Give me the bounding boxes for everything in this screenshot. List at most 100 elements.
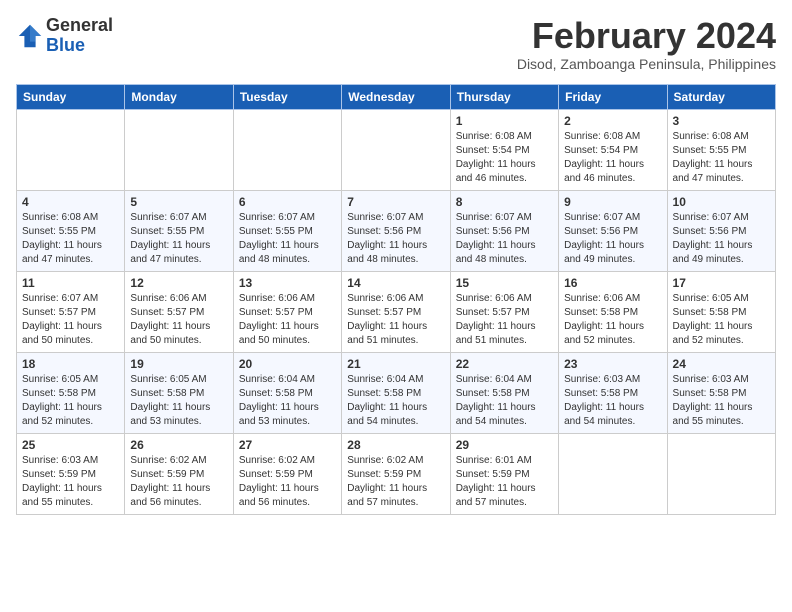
day-number: 22 xyxy=(456,357,553,371)
calendar-cell: 14Sunrise: 6:06 AMSunset: 5:57 PMDayligh… xyxy=(342,271,450,352)
day-info: Sunrise: 6:05 AMSunset: 5:58 PMDaylight:… xyxy=(130,373,227,429)
calendar-cell: 3Sunrise: 6:08 AMSunset: 5:55 PMDaylight… xyxy=(667,109,775,190)
day-number: 20 xyxy=(239,357,336,371)
day-number: 18 xyxy=(22,357,119,371)
week-row-3: 11 Sunrise: 6:07 AMSunset: 5:57 PMDayligh… xyxy=(17,271,776,352)
calendar-cell: 10Sunrise: 6:07 AMSunset: 5:56 PMDayligh… xyxy=(667,190,775,271)
calendar-cell: 28 Sunrise: 6:02 AMSunset: 5:59 PMDayligh… xyxy=(342,433,450,514)
day-info: Sunrise: 6:04 AMSunset: 5:58 PMDaylight:… xyxy=(239,373,336,429)
calendar-cell: 25 Sunrise: 6:03 AMSunset: 5:59 PMDayligh… xyxy=(17,433,125,514)
week-row-2: 4 Sunrise: 6:08 AMSunset: 5:55 PMDaylight… xyxy=(17,190,776,271)
header-cell-saturday: Saturday xyxy=(667,84,775,109)
day-info: Sunrise: 6:07 AMSunset: 5:56 PMDaylight:… xyxy=(564,211,661,267)
day-number: 8 xyxy=(456,195,553,209)
calendar-table: SundayMondayTuesdayWednesdayThursdayFrid… xyxy=(16,84,776,515)
day-number: 3 xyxy=(673,114,770,128)
day-info: Sunrise: 6:07 AMSunset: 5:56 PMDaylight:… xyxy=(456,211,553,267)
day-number: 21 xyxy=(347,357,444,371)
week-row-4: 18 Sunrise: 6:05 AMSunset: 5:58 PMDayligh… xyxy=(17,352,776,433)
header-cell-wednesday: Wednesday xyxy=(342,84,450,109)
calendar-cell: 20 Sunrise: 6:04 AMSunset: 5:58 PMDayligh… xyxy=(233,352,341,433)
day-info: Sunrise: 6:03 AMSunset: 5:58 PMDaylight:… xyxy=(673,373,770,429)
calendar-cell: 24 Sunrise: 6:03 AMSunset: 5:58 PMDayligh… xyxy=(667,352,775,433)
header-cell-tuesday: Tuesday xyxy=(233,84,341,109)
logo-text: General Blue xyxy=(46,16,113,56)
calendar-cell: 8 Sunrise: 6:07 AMSunset: 5:56 PMDaylight… xyxy=(450,190,558,271)
day-number: 24 xyxy=(673,357,770,371)
day-info: Sunrise: 6:04 AMSunset: 5:58 PMDaylight:… xyxy=(456,373,553,429)
day-number: 19 xyxy=(130,357,227,371)
calendar-cell xyxy=(233,109,341,190)
day-number: 25 xyxy=(22,438,119,452)
day-info: Sunrise: 6:06 AMSunset: 5:57 PMDaylight:… xyxy=(130,292,227,348)
calendar-cell: 23Sunrise: 6:03 AMSunset: 5:58 PMDayligh… xyxy=(559,352,667,433)
day-info: Sunrise: 6:05 AMSunset: 5:58 PMDaylight:… xyxy=(673,292,770,348)
day-number: 10 xyxy=(673,195,770,209)
day-number: 12 xyxy=(130,276,227,290)
logo-general: General xyxy=(46,16,113,36)
title-area: February 2024 Disod, Zamboanga Peninsula… xyxy=(517,16,776,72)
calendar-cell: 9 Sunrise: 6:07 AMSunset: 5:56 PMDaylight… xyxy=(559,190,667,271)
header-cell-monday: Monday xyxy=(125,84,233,109)
day-number: 15 xyxy=(456,276,553,290)
day-info: Sunrise: 6:03 AMSunset: 5:59 PMDaylight:… xyxy=(22,454,119,510)
calendar-cell: 26 Sunrise: 6:02 AMSunset: 5:59 PMDayligh… xyxy=(125,433,233,514)
day-info: Sunrise: 6:07 AMSunset: 5:56 PMDaylight:… xyxy=(347,211,444,267)
header-cell-friday: Friday xyxy=(559,84,667,109)
day-number: 6 xyxy=(239,195,336,209)
calendar-cell xyxy=(342,109,450,190)
day-info: Sunrise: 6:06 AMSunset: 5:58 PMDaylight:… xyxy=(564,292,661,348)
day-info: Sunrise: 6:06 AMSunset: 5:57 PMDaylight:… xyxy=(347,292,444,348)
day-number: 4 xyxy=(22,195,119,209)
day-info: Sunrise: 6:08 AMSunset: 5:54 PMDaylight:… xyxy=(564,130,661,186)
calendar-cell: 6Sunrise: 6:07 AMSunset: 5:55 PMDaylight… xyxy=(233,190,341,271)
day-number: 2 xyxy=(564,114,661,128)
day-number: 17 xyxy=(673,276,770,290)
calendar-header: SundayMondayTuesdayWednesdayThursdayFrid… xyxy=(17,84,776,109)
day-info: Sunrise: 6:07 AMSunset: 5:55 PMDaylight:… xyxy=(130,211,227,267)
calendar-cell: 13Sunrise: 6:06 AMSunset: 5:57 PMDayligh… xyxy=(233,271,341,352)
calendar-cell: 1 Sunrise: 6:08 AMSunset: 5:54 PMDaylight… xyxy=(450,109,558,190)
day-number: 9 xyxy=(564,195,661,209)
logo: General Blue xyxy=(16,16,113,56)
day-number: 27 xyxy=(239,438,336,452)
day-info: Sunrise: 6:02 AMSunset: 5:59 PMDaylight:… xyxy=(347,454,444,510)
calendar-cell xyxy=(559,433,667,514)
day-info: Sunrise: 6:07 AMSunset: 5:57 PMDaylight:… xyxy=(22,292,119,348)
logo-blue: Blue xyxy=(46,36,113,56)
header-row: SundayMondayTuesdayWednesdayThursdayFrid… xyxy=(17,84,776,109)
calendar-cell: 16 Sunrise: 6:06 AMSunset: 5:58 PMDayligh… xyxy=(559,271,667,352)
day-info: Sunrise: 6:08 AMSunset: 5:55 PMDaylight:… xyxy=(22,211,119,267)
day-number: 29 xyxy=(456,438,553,452)
week-row-1: 1 Sunrise: 6:08 AMSunset: 5:54 PMDaylight… xyxy=(17,109,776,190)
day-number: 5 xyxy=(130,195,227,209)
calendar-cell xyxy=(667,433,775,514)
calendar-cell: 12 Sunrise: 6:06 AMSunset: 5:57 PMDayligh… xyxy=(125,271,233,352)
day-info: Sunrise: 6:05 AMSunset: 5:58 PMDaylight:… xyxy=(22,373,119,429)
day-info: Sunrise: 6:08 AMSunset: 5:54 PMDaylight:… xyxy=(456,130,553,186)
day-info: Sunrise: 6:02 AMSunset: 5:59 PMDaylight:… xyxy=(130,454,227,510)
calendar-cell: 19 Sunrise: 6:05 AMSunset: 5:58 PMDayligh… xyxy=(125,352,233,433)
header-cell-thursday: Thursday xyxy=(450,84,558,109)
calendar-cell: 5 Sunrise: 6:07 AMSunset: 5:55 PMDaylight… xyxy=(125,190,233,271)
calendar-cell: 17 Sunrise: 6:05 AMSunset: 5:58 PMDayligh… xyxy=(667,271,775,352)
calendar-cell: 4 Sunrise: 6:08 AMSunset: 5:55 PMDaylight… xyxy=(17,190,125,271)
day-info: Sunrise: 6:02 AMSunset: 5:59 PMDaylight:… xyxy=(239,454,336,510)
day-info: Sunrise: 6:03 AMSunset: 5:58 PMDaylight:… xyxy=(564,373,661,429)
calendar-cell xyxy=(17,109,125,190)
day-number: 26 xyxy=(130,438,227,452)
day-number: 11 xyxy=(22,276,119,290)
day-info: Sunrise: 6:04 AMSunset: 5:58 PMDaylight:… xyxy=(347,373,444,429)
calendar-cell: 22 Sunrise: 6:04 AMSunset: 5:58 PMDayligh… xyxy=(450,352,558,433)
header-cell-sunday: Sunday xyxy=(17,84,125,109)
calendar-body: 1 Sunrise: 6:08 AMSunset: 5:54 PMDaylight… xyxy=(17,109,776,514)
day-info: Sunrise: 6:01 AMSunset: 5:59 PMDaylight:… xyxy=(456,454,553,510)
calendar-cell: 29 Sunrise: 6:01 AMSunset: 5:59 PMDayligh… xyxy=(450,433,558,514)
page-header: General Blue February 2024 Disod, Zamboa… xyxy=(16,16,776,72)
calendar-cell: 21 Sunrise: 6:04 AMSunset: 5:58 PMDayligh… xyxy=(342,352,450,433)
location-subtitle: Disod, Zamboanga Peninsula, Philippines xyxy=(517,56,776,72)
day-number: 16 xyxy=(564,276,661,290)
day-number: 7 xyxy=(347,195,444,209)
day-number: 28 xyxy=(347,438,444,452)
day-number: 1 xyxy=(456,114,553,128)
